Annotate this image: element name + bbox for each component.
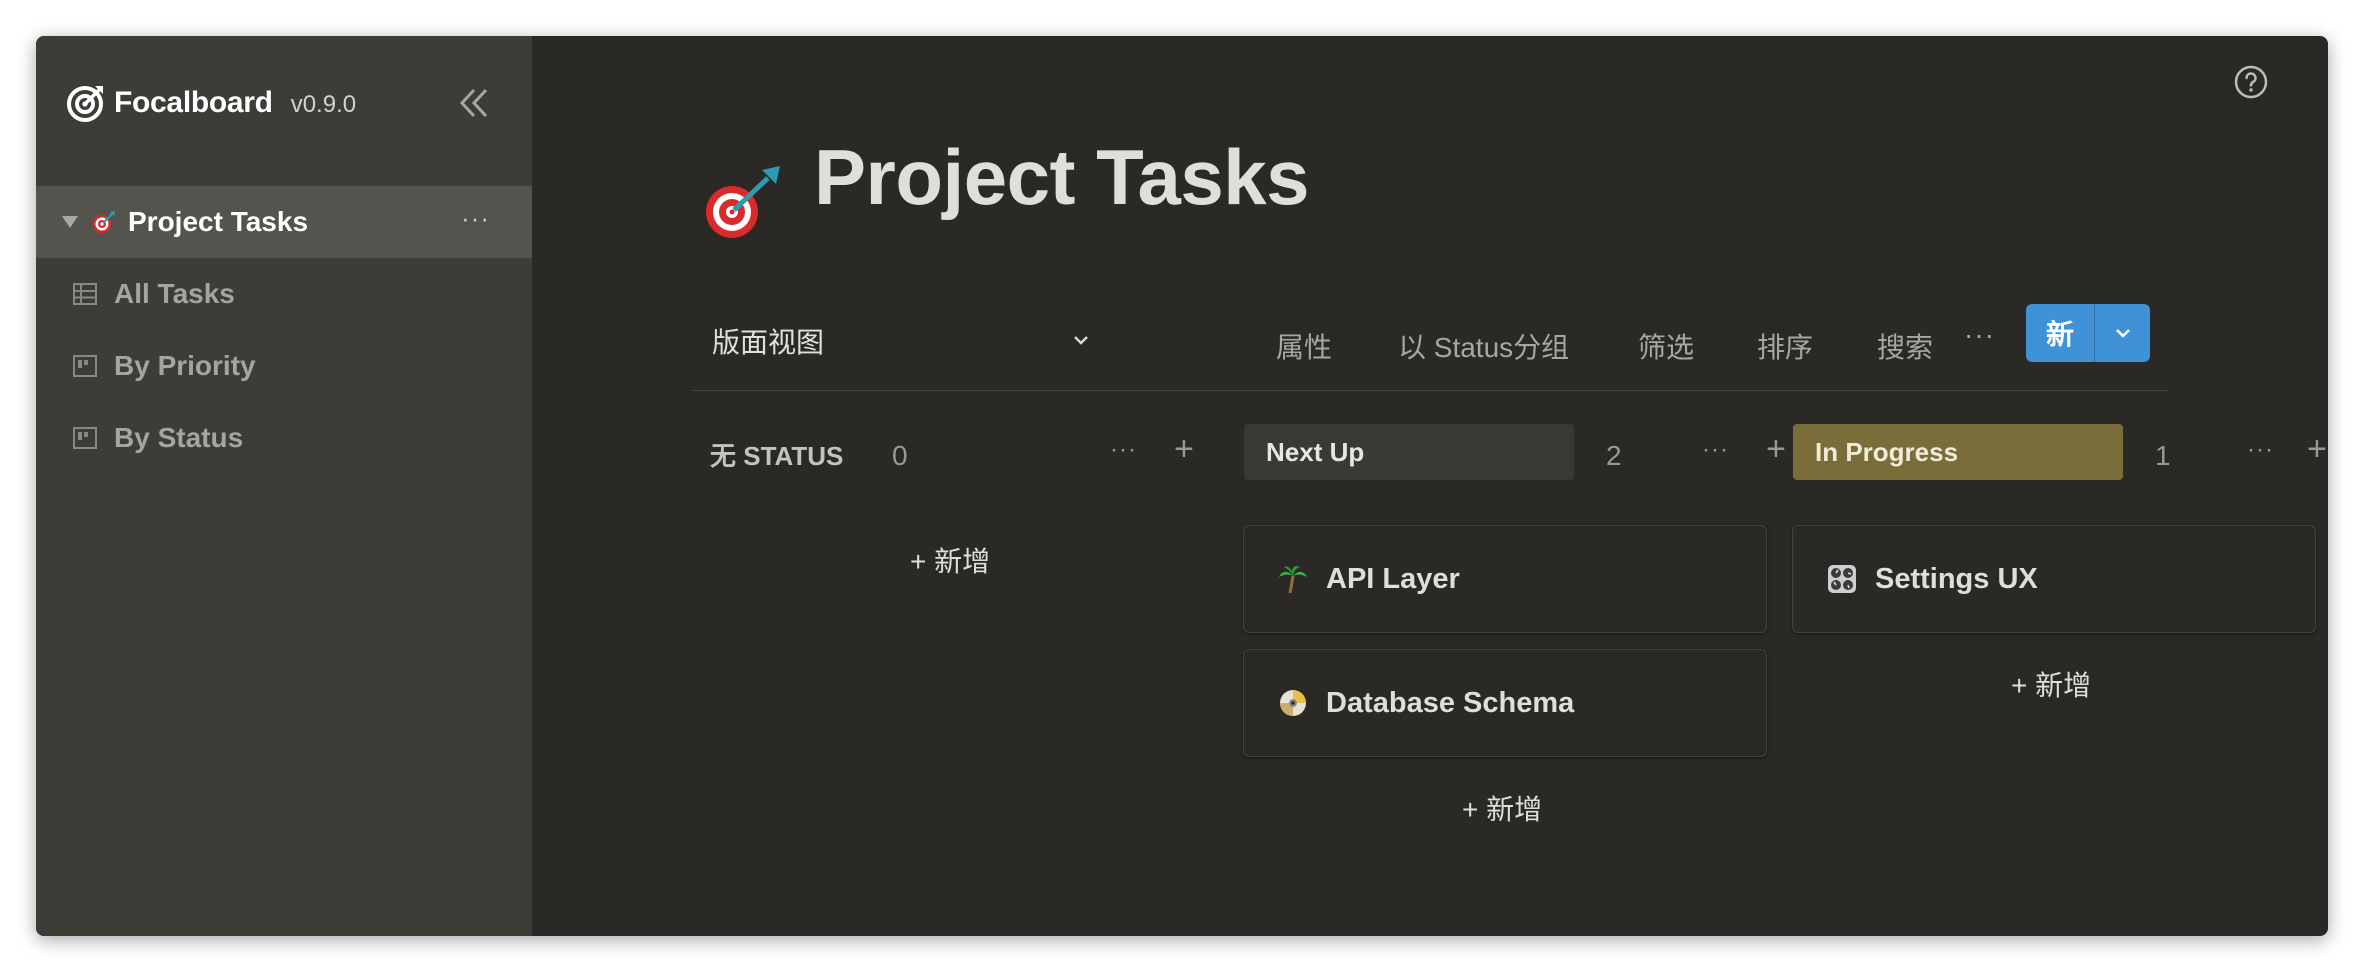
control-knobs-icon xyxy=(1828,565,1856,593)
column-title: Next Up xyxy=(1266,436,1365,467)
column-add-card-button[interactable]: + xyxy=(1766,430,1786,469)
table-icon xyxy=(73,283,97,305)
board-icon xyxy=(73,355,97,377)
column-header-next-up: Next Up 2 ··· + xyxy=(1244,424,1786,482)
column-add-card-button[interactable]: + xyxy=(2307,430,2327,469)
card-database-schema[interactable]: Database Schema xyxy=(1243,649,1767,757)
board-options-button[interactable]: ··· xyxy=(461,205,490,231)
column-count: 2 xyxy=(1606,440,1622,471)
search-button[interactable]: 搜索 xyxy=(1877,326,1933,366)
dart-target-icon[interactable] xyxy=(704,162,784,242)
card-api-layer[interactable]: API Layer xyxy=(1243,525,1767,633)
column-add-card-button[interactable]: + xyxy=(1174,430,1194,469)
app-version: v0.9.0 xyxy=(290,91,357,118)
column-title-pill[interactable]: Next Up xyxy=(1244,424,1574,480)
column-count: 1 xyxy=(2155,440,2171,471)
card-settings-ux[interactable]: Settings UX xyxy=(1792,525,2316,633)
collapse-sidebar-icon[interactable] xyxy=(454,84,492,122)
disc-icon xyxy=(1280,690,1306,716)
properties-button[interactable]: 属性 xyxy=(1276,326,1332,366)
chevron-down-icon xyxy=(1074,336,1088,345)
app-name: Focalboard xyxy=(114,86,273,119)
brand: Focalboard v0.9.0 xyxy=(66,78,356,128)
card-title: Settings UX xyxy=(1875,562,2038,595)
column-header-no-status: 无 STATUS 0 ··· + xyxy=(708,424,1228,482)
sidebar-item-all-tasks[interactable]: All Tasks xyxy=(36,264,532,324)
view-selector[interactable]: 版面视图 xyxy=(712,319,1092,363)
palm-tree-icon xyxy=(1279,566,1307,594)
focalboard-logo-icon xyxy=(67,86,103,122)
new-card-button[interactable]: 新 xyxy=(2026,304,2094,362)
add-new-card-next-up[interactable]: + 新增 xyxy=(1462,788,1542,828)
sidebar: Focalboard v0.9.0 Project Tasks ··· All … xyxy=(36,36,532,936)
add-new-card-in-progress[interactable]: + 新增 xyxy=(2011,664,2091,704)
sidebar-board-project-tasks[interactable]: Project Tasks ··· xyxy=(36,186,532,258)
dart-target-icon xyxy=(93,211,115,233)
column-count: 0 xyxy=(892,440,908,471)
column-title: In Progress xyxy=(1815,436,1959,467)
column-options-button[interactable]: ··· xyxy=(2247,436,2274,464)
chevron-down-icon xyxy=(2115,329,2130,338)
column-header-in-progress: In Progress 1 ··· + xyxy=(1793,424,2327,482)
column-options-button[interactable]: ··· xyxy=(1702,436,1729,464)
column-options-button[interactable]: ··· xyxy=(1110,436,1137,464)
sidebar-item-label: By Status xyxy=(114,422,244,453)
sidebar-item-label: All Tasks xyxy=(114,278,235,309)
help-icon[interactable] xyxy=(2233,64,2269,100)
sidebar-board-label: Project Tasks xyxy=(128,206,309,237)
add-new-card-no-status[interactable]: + 新增 xyxy=(910,540,990,580)
card-title: API Layer xyxy=(1326,562,1460,595)
more-options-button[interactable]: ··· xyxy=(1964,319,1995,351)
page-title[interactable]: Project Tasks xyxy=(814,132,1309,223)
sidebar-item-by-priority[interactable]: By Priority xyxy=(36,336,532,396)
toolbar-divider xyxy=(692,390,2168,391)
filter-button[interactable]: 筛选 xyxy=(1638,326,1694,366)
card-title: Database Schema xyxy=(1326,686,1575,719)
new-card-button-group: 新 xyxy=(2026,304,2150,362)
group-by-button[interactable]: 以 Status分组 xyxy=(1398,326,1569,366)
view-name: 版面视图 xyxy=(712,327,825,358)
sort-button[interactable]: 排序 xyxy=(1757,326,1813,366)
app-window: Focalboard v0.9.0 Project Tasks ··· All … xyxy=(36,36,2328,936)
new-template-dropdown[interactable] xyxy=(2095,304,2150,362)
column-title-pill[interactable]: In Progress xyxy=(1793,424,2123,480)
column-title: 无 STATUS xyxy=(710,441,844,471)
expand-caret-icon[interactable] xyxy=(62,216,78,228)
sidebar-item-by-status[interactable]: By Status xyxy=(36,408,532,468)
sidebar-item-label: By Priority xyxy=(114,350,256,381)
board-icon xyxy=(73,427,97,449)
